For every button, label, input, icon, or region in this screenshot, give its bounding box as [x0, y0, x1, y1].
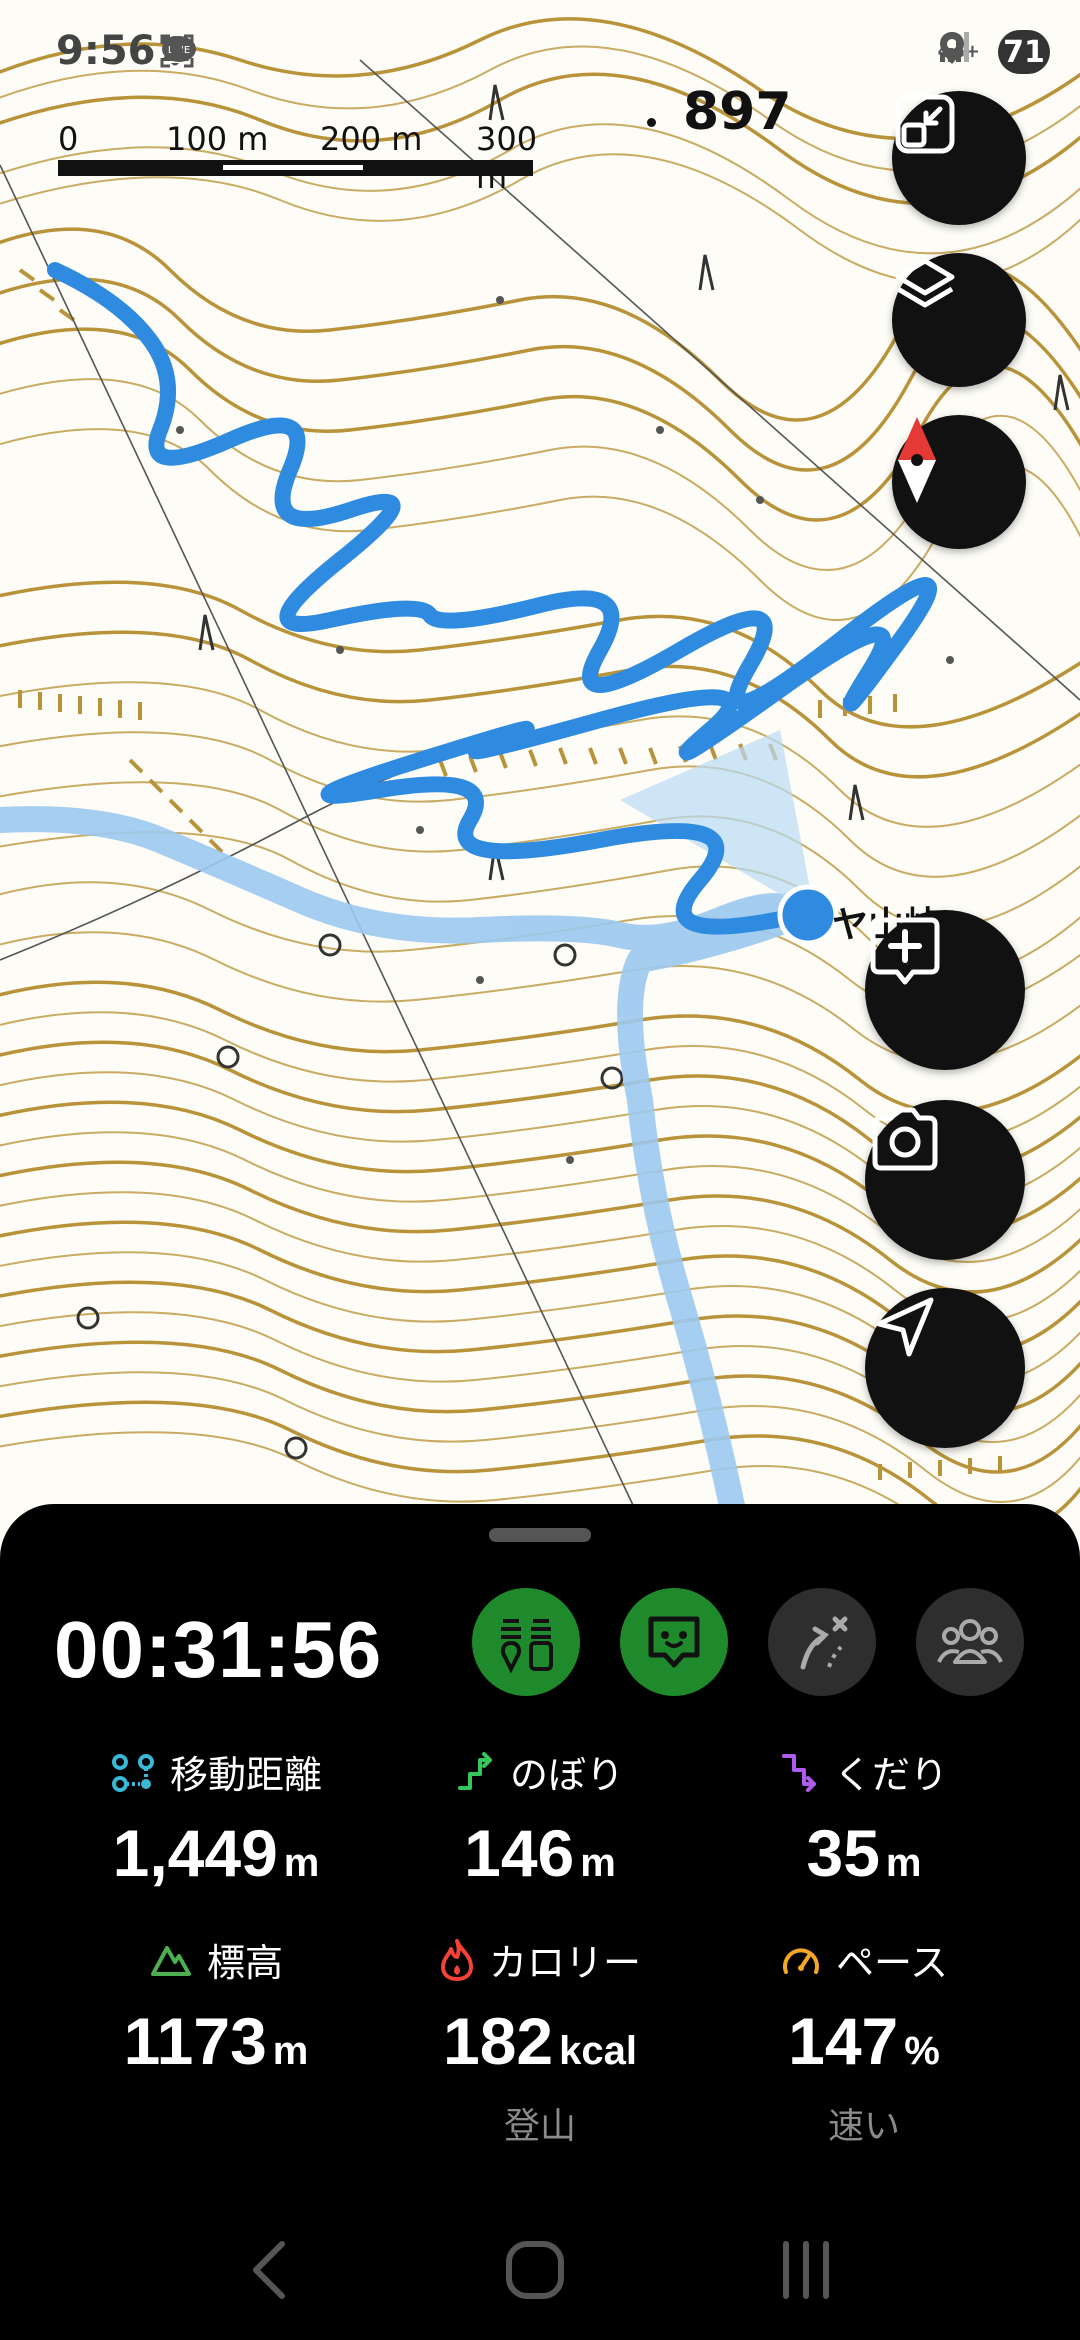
group-button[interactable] [916, 1588, 1024, 1696]
mountain-icon [150, 1945, 191, 1976]
camera-icon [872, 1107, 938, 1171]
flame-icon [440, 1938, 473, 1981]
stat-descent-value: 35 [806, 1816, 880, 1890]
fit-screen-button[interactable] [892, 91, 1026, 225]
distance-icon [111, 1753, 154, 1792]
status-system-icons: 4G+ 71 [938, 30, 1050, 74]
stat-pace-unit: % [904, 2029, 940, 2073]
stat-elevation: 標高 1173 m [36, 1932, 396, 2079]
home-icon[interactable] [503, 2238, 567, 2302]
speedometer-icon [782, 1948, 819, 1974]
add-memo-button[interactable] [865, 910, 1025, 1070]
stat-calories-value: 182 [443, 2004, 554, 2078]
stat-elevation-value: 1173 [123, 2004, 267, 2078]
route-deviation-button[interactable] [768, 1588, 876, 1696]
scale-label-300: 300 m [476, 120, 538, 196]
stat-pace-value: 147 [788, 2004, 899, 2078]
ascent-icon [457, 1751, 492, 1790]
stat-descent-label: くだり [833, 1753, 948, 1797]
stat-distance-value: 1,449 [112, 1816, 278, 1890]
route-markers-icon [501, 1619, 553, 1674]
stat-distance-label: 移動距離 [169, 1753, 322, 1797]
more-notifications-dot-icon [161, 35, 171, 45]
stat-calories: カロリー 182 kcal 登山 [360, 1932, 720, 2149]
stat-ascent-value: 146 [464, 1816, 575, 1890]
camera-button[interactable] [865, 1100, 1025, 1260]
scale-bar-segment [223, 165, 363, 170]
stat-pace: ペース 147% 速い [684, 1932, 1044, 2149]
activity-panel: 00:31:56 移動距離 1,449 m のぼり 146 m くだり 35 m… [0, 1504, 1080, 2340]
current-location-button[interactable] [865, 1288, 1025, 1448]
status-time: 9:56 [56, 28, 156, 74]
layers-button[interactable] [892, 253, 1026, 387]
stat-pace-label: ペース [835, 1941, 949, 1985]
fit-screen-icon [895, 94, 955, 154]
elapsed-timer: 00:31:56 [54, 1605, 383, 1694]
stat-calories-label: カロリー [488, 1941, 641, 1985]
stat-descent: くだり 35 m [684, 1744, 1044, 1891]
navigation-arrow-icon [876, 1297, 934, 1357]
stat-ascent-unit: m [580, 1841, 616, 1885]
stat-distance: 移動距離 1,449 m [36, 1744, 396, 1891]
recent-apps-icon[interactable] [776, 2240, 836, 2300]
layers-icon [895, 258, 955, 308]
stat-ascent: のぼり 146 m [360, 1744, 720, 1891]
stat-ascent-label: のぼり [509, 1753, 624, 1797]
compass-button[interactable] [892, 415, 1026, 549]
group-icon [937, 1619, 1003, 1664]
stat-descent-unit: m [885, 1841, 922, 1885]
stat-distance-unit: m [283, 1841, 320, 1885]
stat-calories-activity: 登山 [503, 2106, 576, 2147]
scale-label-200: 200 m [320, 120, 423, 158]
elevation-point-marker [647, 118, 656, 127]
chat-face-icon [648, 1616, 700, 1668]
map-scale-bar: 0 100 m 200 m 300 m [58, 120, 538, 196]
elevation-point-label: 897 [683, 82, 792, 142]
topographic-map[interactable]: 9:56 LINE 4G+ 71 0 100 m 200 m 300 m 897… [0, 0, 1080, 1520]
scale-label-100: 100 m [166, 120, 269, 158]
system-navigation-bar [0, 2200, 1080, 2340]
current-position-marker [777, 884, 839, 946]
back-icon[interactable] [244, 2240, 294, 2300]
descent-icon [781, 1753, 816, 1792]
route-deviation-icon [800, 1616, 848, 1670]
battery-indicator: 71 [998, 30, 1050, 74]
compass-icon [898, 417, 936, 503]
stat-pace-rating: 速い [827, 2106, 900, 2147]
track-mode-button[interactable] [472, 1588, 580, 1696]
panel-drag-handle[interactable] [489, 1528, 591, 1542]
stat-elevation-unit: m [272, 2029, 309, 2073]
chat-mode-button[interactable] [620, 1588, 728, 1696]
signal-icon [939, 32, 969, 62]
stat-elevation-label: 標高 [206, 1941, 283, 1985]
add-memo-icon [870, 917, 940, 985]
stat-calories-unit: kcal [559, 2029, 637, 2073]
scale-label-0: 0 [58, 120, 79, 158]
